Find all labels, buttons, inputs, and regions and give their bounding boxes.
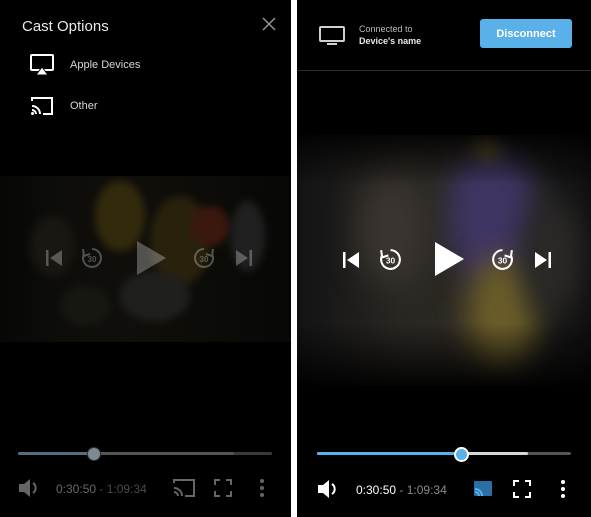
seek-bar-thumb[interactable] — [454, 447, 470, 462]
close-icon[interactable] — [261, 16, 277, 32]
cast-option-other[interactable]: Other — [30, 94, 230, 118]
skip-previous-icon — [46, 250, 62, 266]
cast-option-label: Other — [70, 100, 98, 112]
total-duration: - 1:09:34 — [396, 483, 447, 497]
fullscreen-icon[interactable] — [513, 480, 531, 498]
casting-player-screen: Connected to Device's name Disconnect 30… — [297, 0, 591, 517]
current-time: 0:30:50 — [356, 483, 397, 497]
skip-next-icon — [236, 250, 252, 266]
cast-options-title: Cast Options — [22, 18, 109, 35]
svg-text:30: 30 — [88, 255, 97, 264]
current-time: 0:30:50 — [56, 482, 97, 496]
svg-text:30: 30 — [498, 256, 508, 266]
skip-next-icon[interactable] — [533, 250, 553, 270]
cast-icon — [173, 479, 195, 497]
seek-bar-progress — [18, 452, 95, 455]
more-options-icon — [260, 479, 264, 497]
forward-30-icon: 30 — [194, 248, 214, 268]
volume-icon[interactable] — [317, 479, 343, 499]
forward-30-icon[interactable]: 30 — [490, 247, 515, 272]
airplay-icon — [30, 54, 54, 76]
cast-option-label: Apple Devices — [70, 59, 141, 71]
seek-bar-progress — [317, 452, 462, 455]
playback-time: 0:30:50 - 1:09:34 — [356, 483, 447, 497]
total-duration: - 1:09:34 — [96, 482, 147, 496]
playback-time: 0:30:50 - 1:09:34 — [56, 482, 147, 496]
svg-text:30: 30 — [200, 255, 209, 264]
skip-previous-icon[interactable] — [341, 250, 361, 270]
chromecast-icon — [31, 97, 53, 115]
rewind-30-icon[interactable]: 30 — [378, 247, 403, 272]
cast-connected-icon[interactable] — [473, 480, 493, 498]
more-options-icon[interactable] — [560, 479, 566, 499]
fullscreen-icon — [214, 479, 232, 497]
cast-status-bar: Connected to Device's name Disconnect — [297, 0, 591, 71]
cast-options-screen: Cast Options Apple Devices Other 30 30 0… — [0, 0, 291, 517]
device-name: Device's name — [359, 36, 422, 46]
volume-icon — [19, 479, 37, 497]
disconnect-button[interactable]: Disconnect — [480, 19, 572, 48]
rewind-30-icon: 30 — [82, 248, 102, 268]
svg-text:30: 30 — [386, 256, 396, 266]
tv-icon — [319, 26, 345, 45]
play-icon[interactable] — [432, 240, 466, 278]
cast-option-apple-devices[interactable]: Apple Devices — [30, 53, 230, 77]
connection-status: Connected to — [359, 24, 413, 34]
play-icon — [137, 241, 166, 275]
